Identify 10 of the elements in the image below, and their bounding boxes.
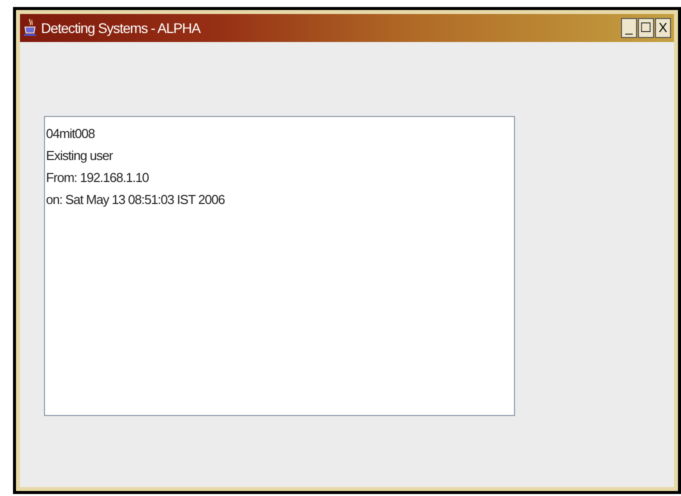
text-line: 04mit008 (46, 125, 95, 143)
close-button[interactable]: X (655, 18, 671, 38)
maximize-button[interactable]: ☐ (638, 18, 654, 38)
coffee-cup-icon (23, 18, 37, 38)
window-title: Detecting Systems - ALPHA (41, 20, 202, 36)
text-line: From: 192.168.1.10 (46, 169, 149, 187)
text-line: Existing user (46, 147, 113, 165)
text-line: on: Sat May 13 08:51:03 IST 2006 (46, 191, 225, 209)
text-area[interactable]: 04mit008 Existing user From: 192.168.1.10 on: Sat May 13 08:51:03 IST 2006 (44, 116, 515, 416)
minimize-button[interactable]: _ (621, 18, 637, 38)
